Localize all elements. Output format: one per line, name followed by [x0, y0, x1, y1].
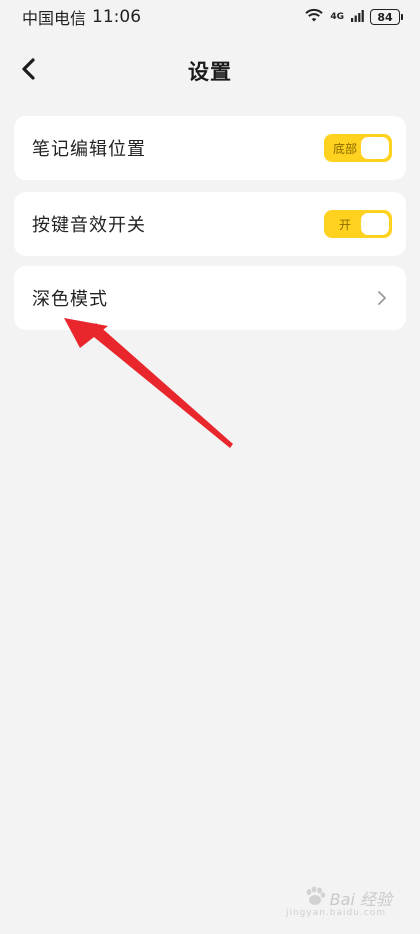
- status-bar: 中国电信 11:06 4G 84: [0, 0, 420, 34]
- clock-time: 11:06: [92, 7, 142, 27]
- carrier-label: 中国电信: [22, 9, 87, 28]
- setting-label: 深色模式: [32, 289, 108, 310]
- header-bar: 设置: [0, 44, 420, 98]
- chevron-right-icon: [372, 288, 392, 308]
- status-right: 4G 84: [304, 7, 403, 27]
- signal-icon: [350, 8, 364, 27]
- watermark: Bai 经验: [304, 886, 392, 910]
- setting-dark-mode[interactable]: 深色模式: [14, 266, 406, 330]
- key-sound-toggle[interactable]: 开: [324, 210, 392, 238]
- status-left: 中国电信 11:06: [22, 5, 141, 29]
- toggle-knob: [361, 137, 389, 159]
- setting-label: 笔记编辑位置: [32, 139, 146, 160]
- battery-icon: 84: [370, 9, 403, 25]
- page-title: 设置: [188, 60, 232, 84]
- toggle-state-label: 开: [338, 217, 351, 232]
- watermark-url: jingyan.baidu.com: [285, 908, 386, 918]
- chevron-left-icon: [20, 57, 38, 85]
- toggle-knob: [361, 213, 389, 235]
- toggle-state-label: 底部: [332, 141, 357, 156]
- setting-key-sound: 按键音效开关 开: [14, 192, 406, 256]
- back-button[interactable]: [10, 52, 48, 90]
- watermark-brand: Bai 经验: [329, 890, 392, 909]
- battery-level: 84: [377, 10, 393, 24]
- network-type-label: 4G: [330, 11, 344, 22]
- note-position-toggle[interactable]: 底部: [324, 134, 392, 162]
- paw-logo-icon: [304, 886, 326, 910]
- setting-label: 按键音效开关: [32, 215, 146, 236]
- setting-note-edit-position: 笔记编辑位置 底部: [14, 116, 406, 180]
- wifi-icon: [304, 7, 324, 27]
